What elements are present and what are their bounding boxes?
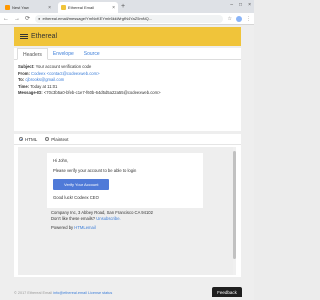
from-label: From: [18, 70, 30, 76]
star-icon[interactable]: ☆ [228, 16, 232, 22]
close-icon[interactable]: × [48, 5, 51, 11]
email-signoff: Good luck! Codeex CEO [53, 195, 99, 200]
plaintext-radio-label: Plaintext [51, 136, 69, 142]
to-label: To: [18, 77, 25, 83]
powered-prefix: Powered by [51, 225, 74, 230]
hamburger-icon[interactable] [20, 34, 28, 39]
tab-headers[interactable]: Headers [17, 48, 48, 60]
address-bar-row: ← → ⟳ ● ethereal.email/message/YmNxKEYml… [0, 13, 254, 25]
verify-account-button[interactable]: Verify Your Account [53, 179, 110, 190]
page: Ethereal Headers Envelope Source Subject… [0, 25, 254, 300]
from-value[interactable]: Codeex <contact@codeexweb.com> [31, 71, 100, 76]
back-button[interactable]: ← [3, 16, 9, 22]
email-preview-frame: Hi John, Please verify your account to b… [18, 147, 236, 275]
time-label: Time: [18, 83, 30, 89]
message-card: Headers Envelope Source Subject: Your ac… [14, 48, 241, 131]
browser-tab-active[interactable]: Ethereal Email × [58, 2, 118, 13]
radio-icon [45, 137, 50, 141]
toolbar-icons: ☆ ⋮ [228, 15, 251, 22]
subject-row: Subject: Your account verification code [18, 64, 237, 71]
scrollbar[interactable] [233, 147, 236, 275]
close-window-button[interactable]: × [248, 2, 251, 8]
time-value: Today at 11:01 [30, 83, 58, 89]
email-text: Please verify your account to be able to… [53, 168, 137, 173]
copyright-text: © 2017 Ethereal Email [14, 291, 53, 295]
subject-value: Your account verification code [35, 64, 92, 69]
tab-source[interactable]: Source [79, 48, 105, 60]
email-footer: Company Inc, 3 Abbey Road, San Francisco… [51, 210, 153, 221]
url-text: ethereal.email/message/YmNxKEYmlr6kkWrgf… [42, 16, 153, 21]
license-link[interactable]: License [88, 291, 101, 295]
view-mode-radios: HTML Plaintext [14, 134, 241, 145]
url-input[interactable]: ● ethereal.email/message/YmNxKEYmlr6kkWr… [35, 14, 223, 23]
brand-logo[interactable]: Ethereal [31, 33, 57, 40]
time-row: Time: Today at 11:01 [18, 84, 237, 91]
lock-icon: ● [38, 16, 41, 21]
scrollbar-thumb[interactable] [233, 151, 236, 259]
contact-link[interactable]: info@ethereal.email [53, 291, 87, 295]
unsubscribe-row: Don't like these emails? Unsubscribe. [51, 216, 153, 222]
page-footer: © 2017 Ethereal Email info@ethereal.emai… [14, 291, 112, 295]
message-id-label: Message-ID: [18, 90, 43, 96]
htmlemail-link[interactable]: HTMLemail [74, 225, 95, 230]
powered-by: Powered by HTMLemail [51, 225, 96, 230]
message-headers: Subject: Your account verification code … [14, 60, 241, 101]
close-icon[interactable]: × [112, 5, 115, 11]
tab-title: Ethereal Email [68, 5, 95, 10]
email-viewer: HTML Plaintext Hi John, Please verify yo… [14, 134, 241, 277]
new-tab-button[interactable]: + [121, 3, 125, 11]
feedback-button[interactable]: Feedback [212, 287, 242, 297]
unsubscribe-link[interactable]: Unsubscribe. [96, 216, 120, 221]
tab-envelope[interactable]: Envelope [48, 48, 79, 60]
message-id-row: Message-ID: <70c3b5a0-bfeb-c1e7-f60b-64d… [18, 90, 237, 97]
subject-label: Subject: [18, 64, 35, 69]
from-row: From: Codeex <contact@codeexweb.com> [18, 71, 237, 78]
to-row: To: cjbrooks@gmail.com [18, 77, 237, 84]
message-id-value: <70c3b5a0-bfeb-c1e7-f60b-64d5d5a22a55@co… [43, 90, 161, 96]
email-body: Hi John, Please verify your account to b… [47, 153, 203, 208]
forward-button[interactable]: → [14, 16, 20, 22]
to-value[interactable]: cjbrooks@gmail.com [25, 77, 64, 82]
favicon-icon [5, 5, 10, 10]
minimize-button[interactable]: – [230, 2, 233, 8]
html-radio-label: HTML [25, 136, 38, 142]
plaintext-radio[interactable]: Plaintext [45, 136, 69, 142]
email-greeting: Hi John, [53, 158, 69, 163]
status-link[interactable]: status [102, 291, 112, 295]
html-radio[interactable]: HTML [19, 137, 37, 142]
window-controls: – □ × [230, 2, 251, 8]
maximize-button[interactable]: □ [239, 2, 242, 8]
browser-tab-bar: Nest Yaw × Ethereal Email × + – □ × [0, 0, 254, 13]
reload-button[interactable]: ⟳ [25, 15, 30, 22]
menu-icon[interactable]: ⋮ [246, 16, 251, 22]
message-tabs: Headers Envelope Source [14, 48, 241, 60]
app-header: Ethereal [14, 27, 241, 46]
profile-avatar[interactable] [236, 15, 242, 22]
tab-title: Nest Yaw [12, 5, 29, 10]
favicon-icon [61, 5, 66, 10]
unsubscribe-prefix: Don't like these emails? [51, 215, 96, 221]
radio-selected-icon [19, 137, 23, 141]
browser-tab[interactable]: Nest Yaw × [2, 2, 54, 13]
